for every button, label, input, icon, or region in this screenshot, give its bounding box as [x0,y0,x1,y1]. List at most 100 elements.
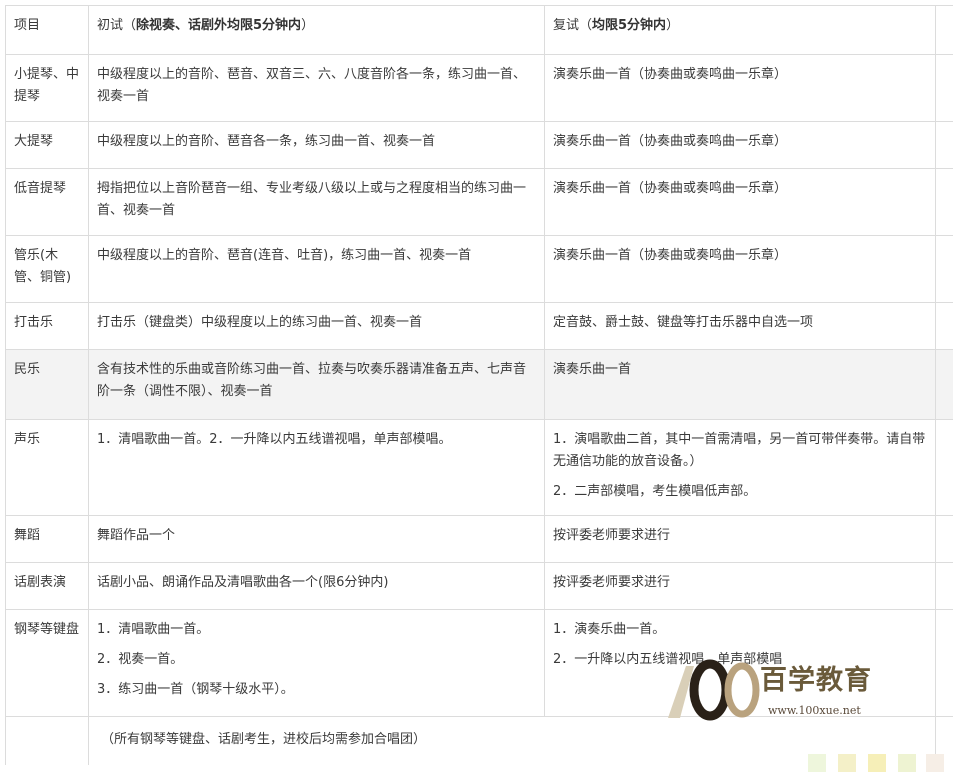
final-requirement-cell: 演奏乐曲一首（协奏曲或奏鸣曲一乐章） [544,168,936,236]
initial-requirement-text: 含有技术性的乐曲或音阶练习曲一首、拉奏与吹奏乐器请准备五声、七声音阶一条（调性不… [97,362,527,399]
initial-requirement-text: 中级程度以上的音阶、琶音、双音三、六、八度音阶各一条，练习曲一首、视奏一首 [97,67,527,104]
table-edge-cell [935,349,953,420]
final-requirement-cell: 演奏乐曲一首（协奏曲或奏鸣曲一乐章） [544,235,936,303]
final-requirement-text: 1．演奏乐曲一首。 [553,622,666,637]
header-final-suffix: ） [666,18,680,33]
header-item: 项目 [5,5,89,55]
initial-requirement-cell: 1．清唱歌曲一首。 2．视奏一首。 3．练习曲一首（钢琴十级水平）。 [88,609,545,717]
table-row: 民乐 含有技术性的乐曲或音阶练习曲一首、拉奏与吹奏乐器请准备五声、七声音阶一条（调… [5,349,953,420]
table-body: 小提琴、中提琴 中级程度以上的音阶、琶音、双音三、六、八度音阶各一条，练习曲一首、… [5,54,953,717]
watermark-brand: 百学教育 [760,665,872,696]
initial-requirement-text: 1．清唱歌曲一首。2．一升降以内五线谱视唱，单声部模唱。 [97,432,452,447]
blur-mark [868,754,886,772]
initial-requirement-cell: 打击乐（键盘类）中级程度以上的练习曲一首、视奏一首 [88,302,545,350]
final-requirement-cell: 定音鼓、爵士鼓、键盘等打击乐器中自选一项 [544,302,936,350]
initial-requirement-text: 打击乐（键盘类）中级程度以上的练习曲一首、视奏一首 [97,315,423,330]
footnote-empty-cell [5,716,89,765]
final-requirement-text: 演奏乐曲一首 [553,362,632,377]
table-row: 低音提琴 拇指把位以上音阶琶音一组、专业考级八级以上或与之程度相当的练习曲一首、视… [5,168,953,236]
table-edge-cell [935,515,953,563]
table-edge-cell [935,302,953,350]
item-cell: 管乐(木管、铜管) [5,235,89,303]
final-requirement-cell: 按评委老师要求进行 [544,562,936,610]
table-edge-cell [935,168,953,236]
header-final-bold: 均限5分钟内 [592,18,667,33]
final-requirement-cell: 按评委老师要求进行 [544,515,936,563]
final-requirement-cell: 1．演唱歌曲二首，其中一首需清唱，另一首可带伴奏带。请自带无通信功能的放音设备。… [544,419,936,516]
row-label: 话剧表演 [14,575,67,590]
initial-requirement-text: 拇指把位以上音阶琶音一组、专业考级八级以上或与之程度相当的练习曲一首、视奏一首 [97,181,527,218]
table-edge-cell [935,54,953,122]
table-edge-cell [935,609,953,717]
initial-requirement-text: 舞蹈作品一个 [97,528,176,543]
blur-mark [838,754,856,772]
initial-requirement-cell: 中级程度以上的音阶、琶音、双音三、六、八度音阶各一条，练习曲一首、视奏一首 [88,54,545,122]
table-edge-cell [935,562,953,610]
item-cell: 民乐 [5,349,89,420]
row-label: 民乐 [14,362,41,377]
initial-requirement-cell: 话剧小品、朗诵作品及清唱歌曲各一个(限6分钟内) [88,562,545,610]
item-cell: 小提琴、中提琴 [5,54,89,122]
header-initial-prefix: 初试（ [97,18,137,33]
row-label: 大提琴 [14,134,54,149]
logo-100-icon [668,659,760,721]
final-requirement-text: 2．二声部模唱，考生模唱低声部。 [553,484,757,499]
blur-mark [808,754,826,772]
final-requirement-cell: 演奏乐曲一首 [544,349,936,420]
admission-requirements-page: 项目 初试（除视奏、话剧外均限5分钟内） 复试（均限5分钟内） 小提琴、中提琴中… [0,0,956,778]
final-requirement-cell: 演奏乐曲一首（协奏曲或奏鸣曲一乐章） [544,121,936,169]
final-requirement-text: 定音鼓、爵士鼓、键盘等打击乐器中自选一项 [553,315,814,330]
final-requirement-text: 演奏乐曲一首（协奏曲或奏鸣曲一乐章） [553,134,788,149]
header-item-label: 项目 [14,18,41,33]
table-row: 大提琴 中级程度以上的音阶、琶音各一条，练习曲一首、视奏一首 演奏乐曲一首（协奏曲或… [5,121,953,169]
table-row: 声乐 1．清唱歌曲一首。2．一升降以内五线谱视唱，单声部模唱。 1．演唱歌曲二首，其… [5,419,953,516]
final-requirement-text: 1．演唱歌曲二首，其中一首需清唱，另一首可带伴奏带。请自带无通信功能的放音设备。… [553,432,926,469]
row-label: 舞蹈 [14,528,41,543]
table-row: 打击乐 打击乐（键盘类）中级程度以上的练习曲一首、视奏一首 定音鼓、爵士鼓、键盘等打… [5,302,953,350]
watermark-url: www.100xue.net [768,704,861,717]
row-label: 打击乐 [14,315,54,330]
item-cell: 舞蹈 [5,515,89,563]
initial-requirement-text: 1．清唱歌曲一首。 [97,622,210,637]
final-requirement-text: 按评委老师要求进行 [553,575,671,590]
table-edge-cell [935,419,953,516]
initial-requirement-cell: 舞蹈作品一个 [88,515,545,563]
final-requirement-text: 演奏乐曲一首（协奏曲或奏鸣曲一乐章） [553,67,788,82]
initial-requirement-text: 2．视奏一首。 [97,652,184,667]
final-requirement-text: 演奏乐曲一首（协奏曲或奏鸣曲一乐章） [553,181,788,196]
initial-requirement-cell: 含有技术性的乐曲或音阶练习曲一首、拉奏与吹奏乐器请准备五声、七声音阶一条（调性不… [88,349,545,420]
initial-requirement-text: 中级程度以上的音阶、琶音各一条，练习曲一首、视奏一首 [97,134,436,149]
table-edge-cell [935,235,953,303]
blur-mark [898,754,916,772]
initial-requirement-text: 话剧小品、朗诵作品及清唱歌曲各一个(限6分钟内) [97,575,389,590]
blurred-marks [808,754,948,772]
row-label: 小提琴、中提琴 [14,67,80,104]
table-row: 话剧表演 话剧小品、朗诵作品及清唱歌曲各一个(限6分钟内) 按评委老师要求进行 [5,562,953,610]
initial-requirement-text: 中级程度以上的音阶、琶音(连音、吐音)，练习曲一首、视奏一首 [97,248,472,263]
footnote-text: （所有钢琴等键盘、话剧考生，进校后均需参加合唱团） [101,732,427,747]
table-edge-cell [935,121,953,169]
header-initial-suffix: ） [301,18,315,33]
item-cell: 声乐 [5,419,89,516]
table-row: 小提琴、中提琴 中级程度以上的音阶、琶音、双音三、六、八度音阶各一条，练习曲一首、… [5,54,953,122]
table-edge-cell [935,5,953,55]
header-initial-bold: 除视奏、话剧外均限5分钟内 [136,18,302,33]
final-requirement-text: 按评委老师要求进行 [553,528,671,543]
initial-requirement-cell: 拇指把位以上音阶琶音一组、专业考级八级以上或与之程度相当的练习曲一首、视奏一首 [88,168,545,236]
item-cell: 大提琴 [5,121,89,169]
table-row: 舞蹈 舞蹈作品一个 按评委老师要求进行 [5,515,953,563]
row-label: 低音提琴 [14,181,67,196]
row-label: 钢琴等键盘 [14,622,80,637]
initial-requirement-cell: 中级程度以上的音阶、琶音各一条，练习曲一首、视奏一首 [88,121,545,169]
item-cell: 低音提琴 [5,168,89,236]
initial-requirement-cell: 中级程度以上的音阶、琶音(连音、吐音)，练习曲一首、视奏一首 [88,235,545,303]
initial-requirement-cell: 1．清唱歌曲一首。2．一升降以内五线谱视唱，单声部模唱。 [88,419,545,516]
header-final-prefix: 复试（ [553,18,593,33]
header-final: 复试（均限5分钟内） [544,5,936,55]
item-cell: 钢琴等键盘 [5,609,89,717]
final-requirement-cell: 演奏乐曲一首（协奏曲或奏鸣曲一乐章） [544,54,936,122]
table-row: 管乐(木管、铜管) 中级程度以上的音阶、琶音(连音、吐音)，练习曲一首、视奏一首 演… [5,235,953,303]
row-label: 声乐 [14,432,41,447]
final-requirement-text: 演奏乐曲一首（协奏曲或奏鸣曲一乐章） [553,248,788,263]
item-cell: 话剧表演 [5,562,89,610]
